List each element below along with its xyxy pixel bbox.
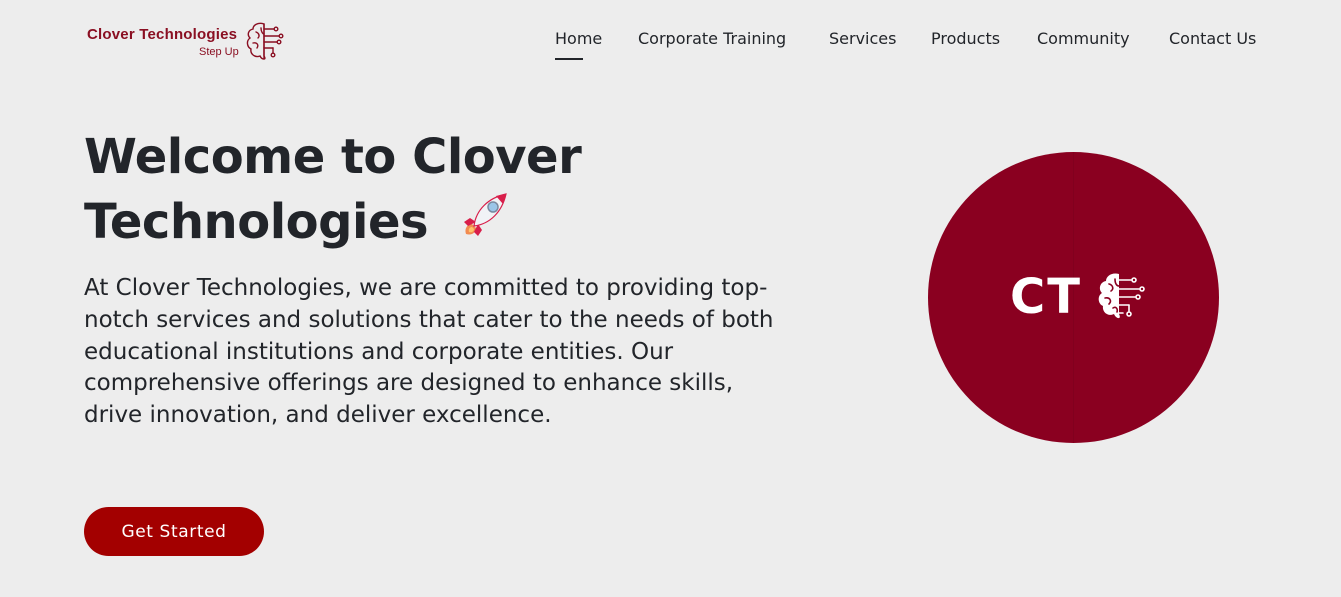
hero-title: Welcome to Clover Technologies (84, 126, 704, 253)
nav-corporate-training[interactable]: Corporate Training (638, 28, 786, 60)
brand-tagline: Step Up (199, 46, 239, 58)
hero-title-line1: Welcome to Clover (84, 129, 582, 185)
get-started-button[interactable]: Get Started (84, 507, 264, 556)
brand-logo[interactable]: Clover Technologies Step Up (87, 20, 287, 64)
nav-contact-us[interactable]: Contact Us (1169, 28, 1256, 60)
nav-home[interactable]: Home (555, 28, 602, 60)
brand-name: Clover Technologies (87, 26, 238, 43)
nav-community[interactable]: Community (1037, 28, 1130, 60)
brain-circuit-icon (246, 22, 284, 60)
nav-products[interactable]: Products (931, 28, 1000, 60)
emblem-text: CT (1010, 269, 1082, 325)
ct-emblem: CT (928, 152, 1219, 443)
nav-services[interactable]: Services (829, 28, 896, 60)
hero-title-line2: Technologies (84, 194, 429, 250)
hero-description: At Clover Technologies, we are committed… (84, 275, 774, 429)
rocket-icon (464, 193, 508, 236)
brain-circuit-icon (1098, 273, 1145, 319)
